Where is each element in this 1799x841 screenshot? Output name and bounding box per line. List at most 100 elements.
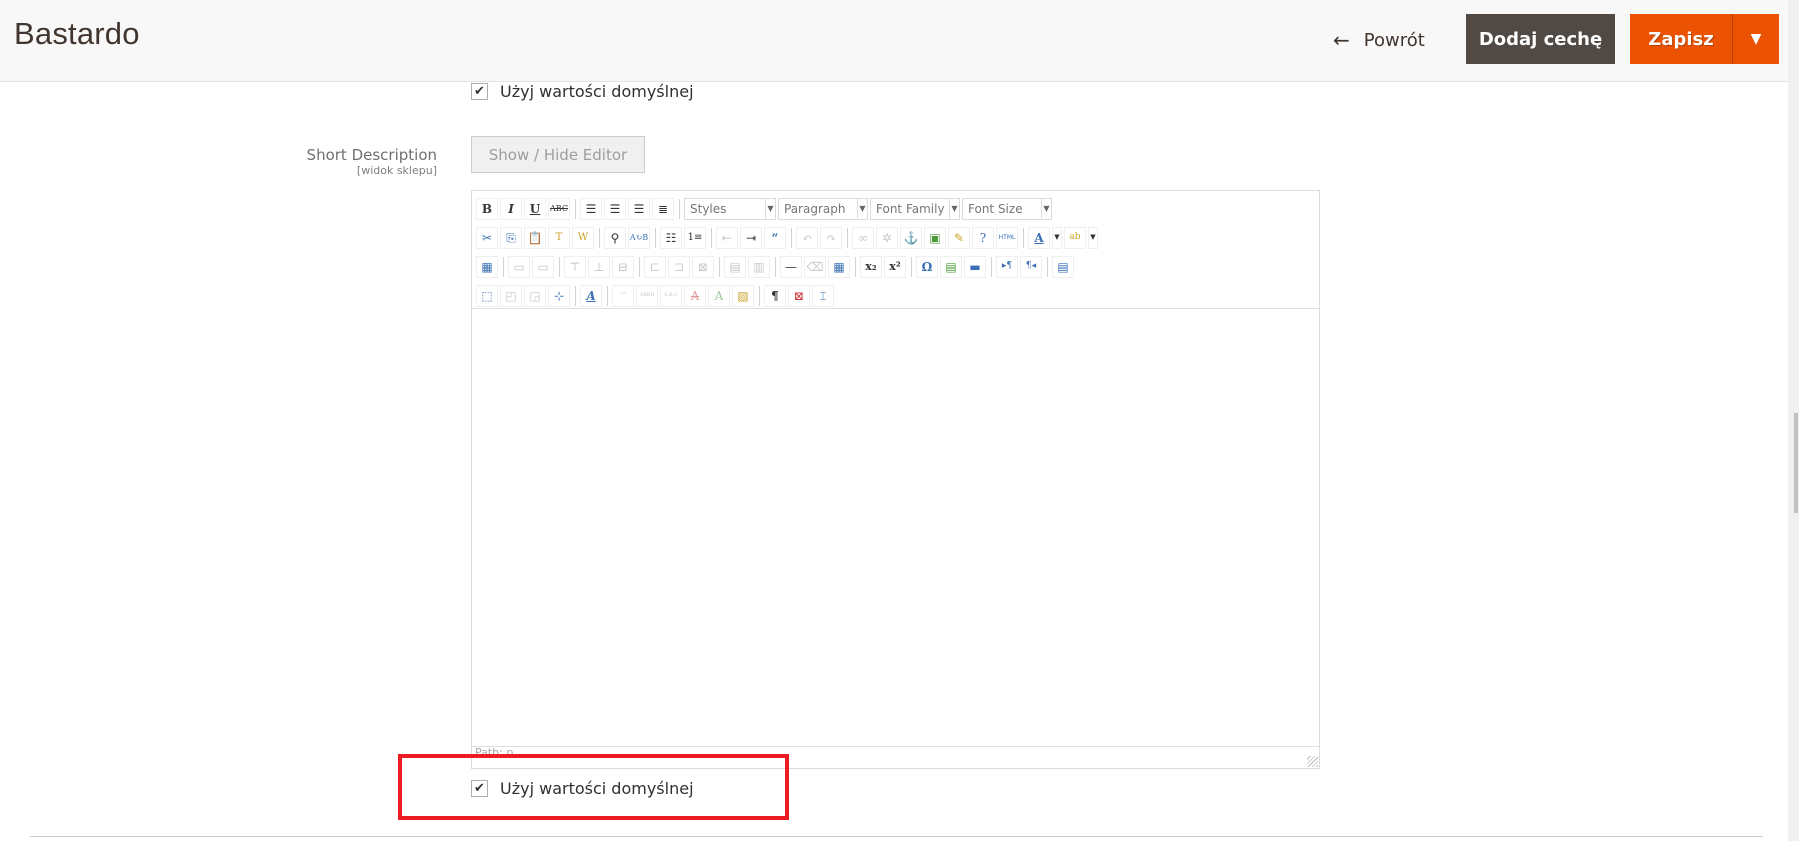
blockquote-icon[interactable]: “ [764, 226, 786, 249]
text-color-icon[interactable]: A [1028, 226, 1050, 249]
insert-col-before-icon[interactable]: ⊏ [644, 255, 666, 278]
fullscreen-icon[interactable]: ▤ [1052, 255, 1074, 278]
styleprops-icon[interactable]: A [580, 284, 602, 307]
font-family-select[interactable]: Font Family ▼ [870, 197, 960, 220]
cut-icon[interactable]: ✂ [476, 226, 498, 249]
insert-row-after-icon[interactable]: ⊥ [588, 255, 610, 278]
move-backward-icon[interactable]: ◲ [524, 284, 546, 307]
insert-row-before-icon[interactable]: ⊤ [564, 255, 586, 278]
del-icon[interactable]: A [684, 284, 706, 307]
editor-content-area[interactable] [472, 309, 1319, 746]
paste-icon[interactable]: 📋 [524, 226, 546, 249]
align-justify-icon[interactable]: ≣ [652, 197, 674, 220]
bold-icon[interactable]: B [476, 197, 498, 220]
cleanup-icon[interactable]: ✎ [948, 226, 970, 249]
pagebreak-icon[interactable]: ⌶ [812, 284, 834, 307]
toolbar-row-4: ⬚ ◰ ◲ ⊹ A “” ABBR A.B.C A A ▨ ¶ ⊠ ⌶ [476, 281, 1315, 310]
cell-props-icon[interactable]: ▭ [532, 255, 554, 278]
delete-col-icon[interactable]: ⊠ [692, 255, 714, 278]
anchor-icon[interactable]: ⚓ [900, 226, 922, 249]
horizontal-rule-icon[interactable]: — [780, 255, 802, 278]
styles-select[interactable]: Styles ▼ [684, 197, 776, 220]
editor-resize-handle[interactable] [1307, 756, 1318, 767]
toolbar-separator [607, 285, 608, 306]
paragraph-select-value: Paragraph [784, 201, 846, 216]
insert-layer-icon[interactable]: ⬚ [476, 284, 498, 307]
cite-icon[interactable]: “” [612, 284, 634, 307]
visualchars-icon[interactable]: ¶ [764, 284, 786, 307]
replace-icon[interactable]: A↻B [628, 226, 650, 249]
html-icon[interactable]: HTML [996, 226, 1018, 249]
align-center-icon[interactable]: ☰ [604, 197, 626, 220]
save-button[interactable]: Zapisz [1630, 14, 1732, 64]
help-icon[interactable]: ? [972, 226, 994, 249]
show-hide-editor-button[interactable]: Show / Hide Editor [471, 136, 645, 173]
toolbar-separator [575, 285, 576, 306]
use-default-label-top: Użyj wartości domyślnej [500, 82, 694, 101]
page-scrollbar-thumb[interactable] [1794, 413, 1798, 513]
short-description-label: Short Description [widok sklepu] [307, 146, 437, 177]
outdent-icon[interactable]: ⇤ [716, 226, 738, 249]
background-color-icon[interactable]: ab [1064, 226, 1086, 249]
find-icon[interactable]: ⚲ [604, 226, 626, 249]
add-attribute-button[interactable]: Dodaj cechę [1466, 14, 1615, 64]
advanced-hr-icon[interactable]: ▬ [964, 255, 986, 278]
font-size-select-value: Font Size [968, 201, 1023, 216]
link-icon[interactable]: ∞ [852, 226, 874, 249]
unlink-icon[interactable]: ✲ [876, 226, 898, 249]
copy-icon[interactable]: ⎘ [500, 226, 522, 249]
acronym-icon[interactable]: A.B.C [660, 284, 682, 307]
align-left-icon[interactable]: ☰ [580, 197, 602, 220]
dropdown-arrow-icon[interactable]: ▼ [1052, 226, 1062, 249]
short-description-title: Short Description [306, 146, 437, 164]
use-default-top[interactable]: ✔ Użyj wartości domyślnej [471, 82, 694, 101]
split-cells-icon[interactable]: ▤ [724, 255, 746, 278]
underline-icon[interactable]: U [524, 197, 546, 220]
editor-toolbar: B I U ABC ☰ ☰ ☰ ≣ Styles ▼ Paragraph ▼ Fon… [472, 191, 1319, 309]
section-divider [30, 836, 1763, 837]
page-header: Bastardo ← Powrót Dodaj cechę Zapisz ▼ [0, 0, 1788, 82]
paste-word-icon[interactable]: W [572, 226, 594, 249]
undo-icon[interactable]: ↶ [796, 226, 818, 249]
row-props-icon[interactable]: ▭ [508, 255, 530, 278]
indent-icon[interactable]: ⇥ [740, 226, 762, 249]
insert-col-after-icon[interactable]: ⊐ [668, 255, 690, 278]
media-icon[interactable]: ▤ [940, 255, 962, 278]
scope-label: [widok sklepu] [356, 164, 437, 177]
subscript-icon[interactable]: x₂ [860, 255, 882, 278]
absolute-icon[interactable]: ⊹ [548, 284, 570, 307]
insert-table-icon[interactable]: ▦ [476, 255, 498, 278]
redo-icon[interactable]: ↷ [820, 226, 842, 249]
bullet-list-icon[interactable]: ☷ [660, 226, 682, 249]
attribs-icon[interactable]: ▨ [732, 284, 754, 307]
merge-cells-icon[interactable]: ▥ [748, 255, 770, 278]
wysiwyg-editor: B I U ABC ☰ ☰ ☰ ≣ Styles ▼ Paragraph ▼ Fon… [471, 190, 1320, 769]
superscript-icon[interactable]: x² [884, 255, 906, 278]
paragraph-select[interactable]: Paragraph ▼ [778, 197, 868, 220]
ltr-icon[interactable]: ▸¶ [996, 255, 1018, 278]
ins-icon[interactable]: A [708, 284, 730, 307]
abbr-icon[interactable]: ABBR [636, 284, 658, 307]
toolbar-separator [911, 256, 912, 277]
save-options-toggle[interactable]: ▼ [1732, 14, 1779, 64]
align-right-icon[interactable]: ☰ [628, 197, 650, 220]
font-size-select[interactable]: Font Size ▼ [962, 197, 1052, 220]
move-forward-icon[interactable]: ◰ [500, 284, 522, 307]
eraser-icon[interactable]: ⌫ [804, 255, 826, 278]
italic-icon[interactable]: I [500, 197, 522, 220]
rtl-icon[interactable]: ¶◂ [1020, 255, 1042, 278]
delete-row-icon[interactable]: ⊟ [612, 255, 634, 278]
special-char-icon[interactable]: Ω [916, 255, 938, 278]
image-icon[interactable]: ▣ [924, 226, 946, 249]
toolbar-row-1: B I U ABC ☰ ☰ ☰ ≣ Styles ▼ Paragraph ▼ Fon… [476, 194, 1315, 223]
use-default-checkbox-top[interactable]: ✔ [471, 83, 488, 100]
nonbreaking-icon[interactable]: ⊠ [788, 284, 810, 307]
dropdown-arrow-icon[interactable]: ▼ [1088, 226, 1098, 249]
strikethrough-icon[interactable]: ABC [548, 197, 570, 220]
visual-aid-icon[interactable]: ▦ [828, 255, 850, 278]
back-button[interactable]: ← Powrót [1333, 26, 1425, 54]
numbered-list-icon[interactable]: 1≡ [684, 226, 706, 249]
paste-text-icon[interactable]: T [548, 226, 570, 249]
toolbar-separator [655, 227, 656, 248]
page-title: Bastardo [14, 16, 140, 51]
